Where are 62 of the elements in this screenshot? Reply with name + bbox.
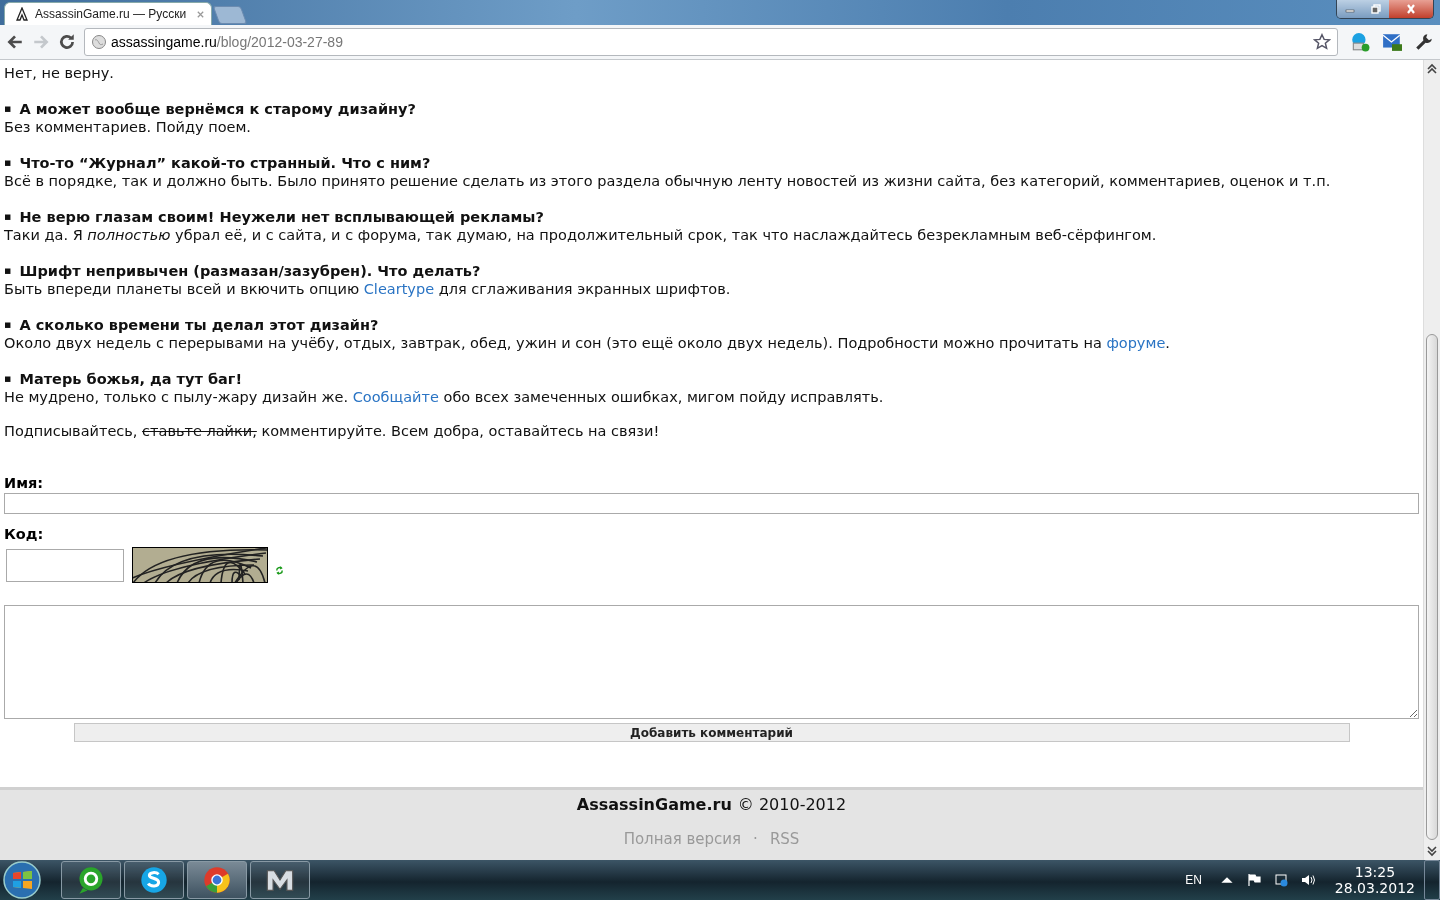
answer-text: Около двух недель с перерывами на учёбу, отдых, завтрак, обед, ужин и сон (это ещё около двух недель). Подробности можно прочитать на форуме. [4, 334, 1171, 352]
wrench-icon[interactable] [1414, 32, 1434, 52]
url-text: assassingame.ru/blog/2012-03-27-89 [111, 34, 344, 50]
closing-text: Подписывайтесь, ставьте лайки, комментируйте. Всем добра, оставайтесь на связи! [4, 422, 661, 440]
show-desktop-button[interactable] [1424, 860, 1440, 900]
language-indicator[interactable]: EN [1185, 873, 1202, 887]
text-link[interactable]: форуме [1106, 335, 1166, 351]
question-text: А может вообще вернёмся к старому дизайну? [19, 100, 416, 118]
close-window-button[interactable] [1389, 0, 1433, 18]
scroll-down-icon[interactable] [1425, 844, 1439, 858]
flag-icon[interactable] [1246, 873, 1261, 887]
refresh-icon[interactable] [275, 564, 284, 576]
taskbar-button[interactable] [124, 861, 184, 899]
speaker-icon[interactable] [1300, 873, 1315, 887]
code-input-field[interactable] [6, 548, 124, 582]
site-name: AssassinGame.ru [576, 794, 732, 816]
question-text: А сколько времени ты делал этот дизайн? [19, 316, 379, 334]
text-link[interactable]: Сообщайте [352, 389, 439, 405]
list-bullet: ▪ [4, 209, 12, 225]
name-input-field[interactable] [4, 493, 1419, 514]
back-icon[interactable] [6, 33, 24, 51]
bookmark-star-icon[interactable] [1313, 33, 1331, 51]
list-bullet: ▪ [4, 155, 12, 171]
answer-text: Быть впереди планеты всей и вкючить опцию Cleartype для сглаживания экранных шрифтов. [4, 280, 732, 298]
list-bullet: ▪ [4, 263, 12, 279]
network-icon[interactable] [1273, 873, 1288, 887]
list-bullet: ▪ [4, 371, 12, 387]
clock[interactable]: 13:25 28.03.2012 [1334, 864, 1415, 896]
chrome-icon [202, 865, 232, 895]
answer-text: Таки да. Я полностью убрал её, и с сайта, и с форума, так думаю, на продолжительный срок, так что наслаждайтесь безрекламным веб-сёрфингом. [4, 226, 1158, 244]
answer-text: Без комментариев. Пойду поем. [4, 118, 252, 136]
globe-icon [91, 34, 107, 50]
answer-text: Не мудрено, только с пылу-жару дизайн же. Сообщайте обо всех замеченных ошибках, мигом пойду исправлять. [4, 388, 885, 406]
question-text: Матерь божья, да тут баг! [19, 370, 243, 388]
restore-button[interactable] [1363, 0, 1389, 18]
mail-extension-icon[interactable] [1382, 32, 1402, 52]
scrollbar-thumb[interactable] [1426, 334, 1438, 840]
start-button[interactable] [2, 860, 42, 900]
copyright-text: © 2010-2012 [737, 794, 847, 816]
address-bar[interactable]: assassingame.ru/blog/2012-03-27-89 [84, 28, 1338, 56]
question-text: Шрифт непривычен (размазан/зазубрен). Что делать? [19, 262, 481, 280]
submit-button[interactable]: Добавить комментарий [73, 723, 1350, 742]
scroll-up-icon[interactable] [1425, 62, 1439, 76]
code-label: Код: [4, 525, 45, 543]
reload-icon[interactable] [58, 33, 76, 51]
close-tab-icon[interactable] [196, 9, 205, 19]
restore-icon [1370, 4, 1382, 14]
skype-icon [139, 865, 169, 895]
answer-text: Всё в порядке, так и должно быть. Было принято решение сделать из этого раздела обычную ленту новостей из жизни сайта, без категорий, комментариев, оценок и т.п. [4, 172, 1332, 190]
answer-text: Нет, не верну. [4, 64, 115, 82]
taskbar-button[interactable] [61, 861, 121, 899]
text-link[interactable]: Cleartype [363, 281, 435, 297]
name-label: Имя: [4, 474, 45, 492]
question-text: Что-то “Журнал” какой-то странный. Что с ним? [19, 154, 431, 172]
list-bullet: ▪ [4, 101, 12, 117]
scrollbar[interactable] [1423, 60, 1440, 860]
taskbar-button[interactable] [250, 861, 310, 899]
question-text: Не верю глазам своим! Неужели нет всплывающей рекламы? [19, 208, 544, 226]
separator-dot: · [753, 830, 758, 848]
list-bullet: ▪ [4, 317, 12, 333]
browser-tab[interactable]: AssassinGame.ru — Русски [4, 2, 212, 25]
close-icon [1405, 4, 1417, 14]
